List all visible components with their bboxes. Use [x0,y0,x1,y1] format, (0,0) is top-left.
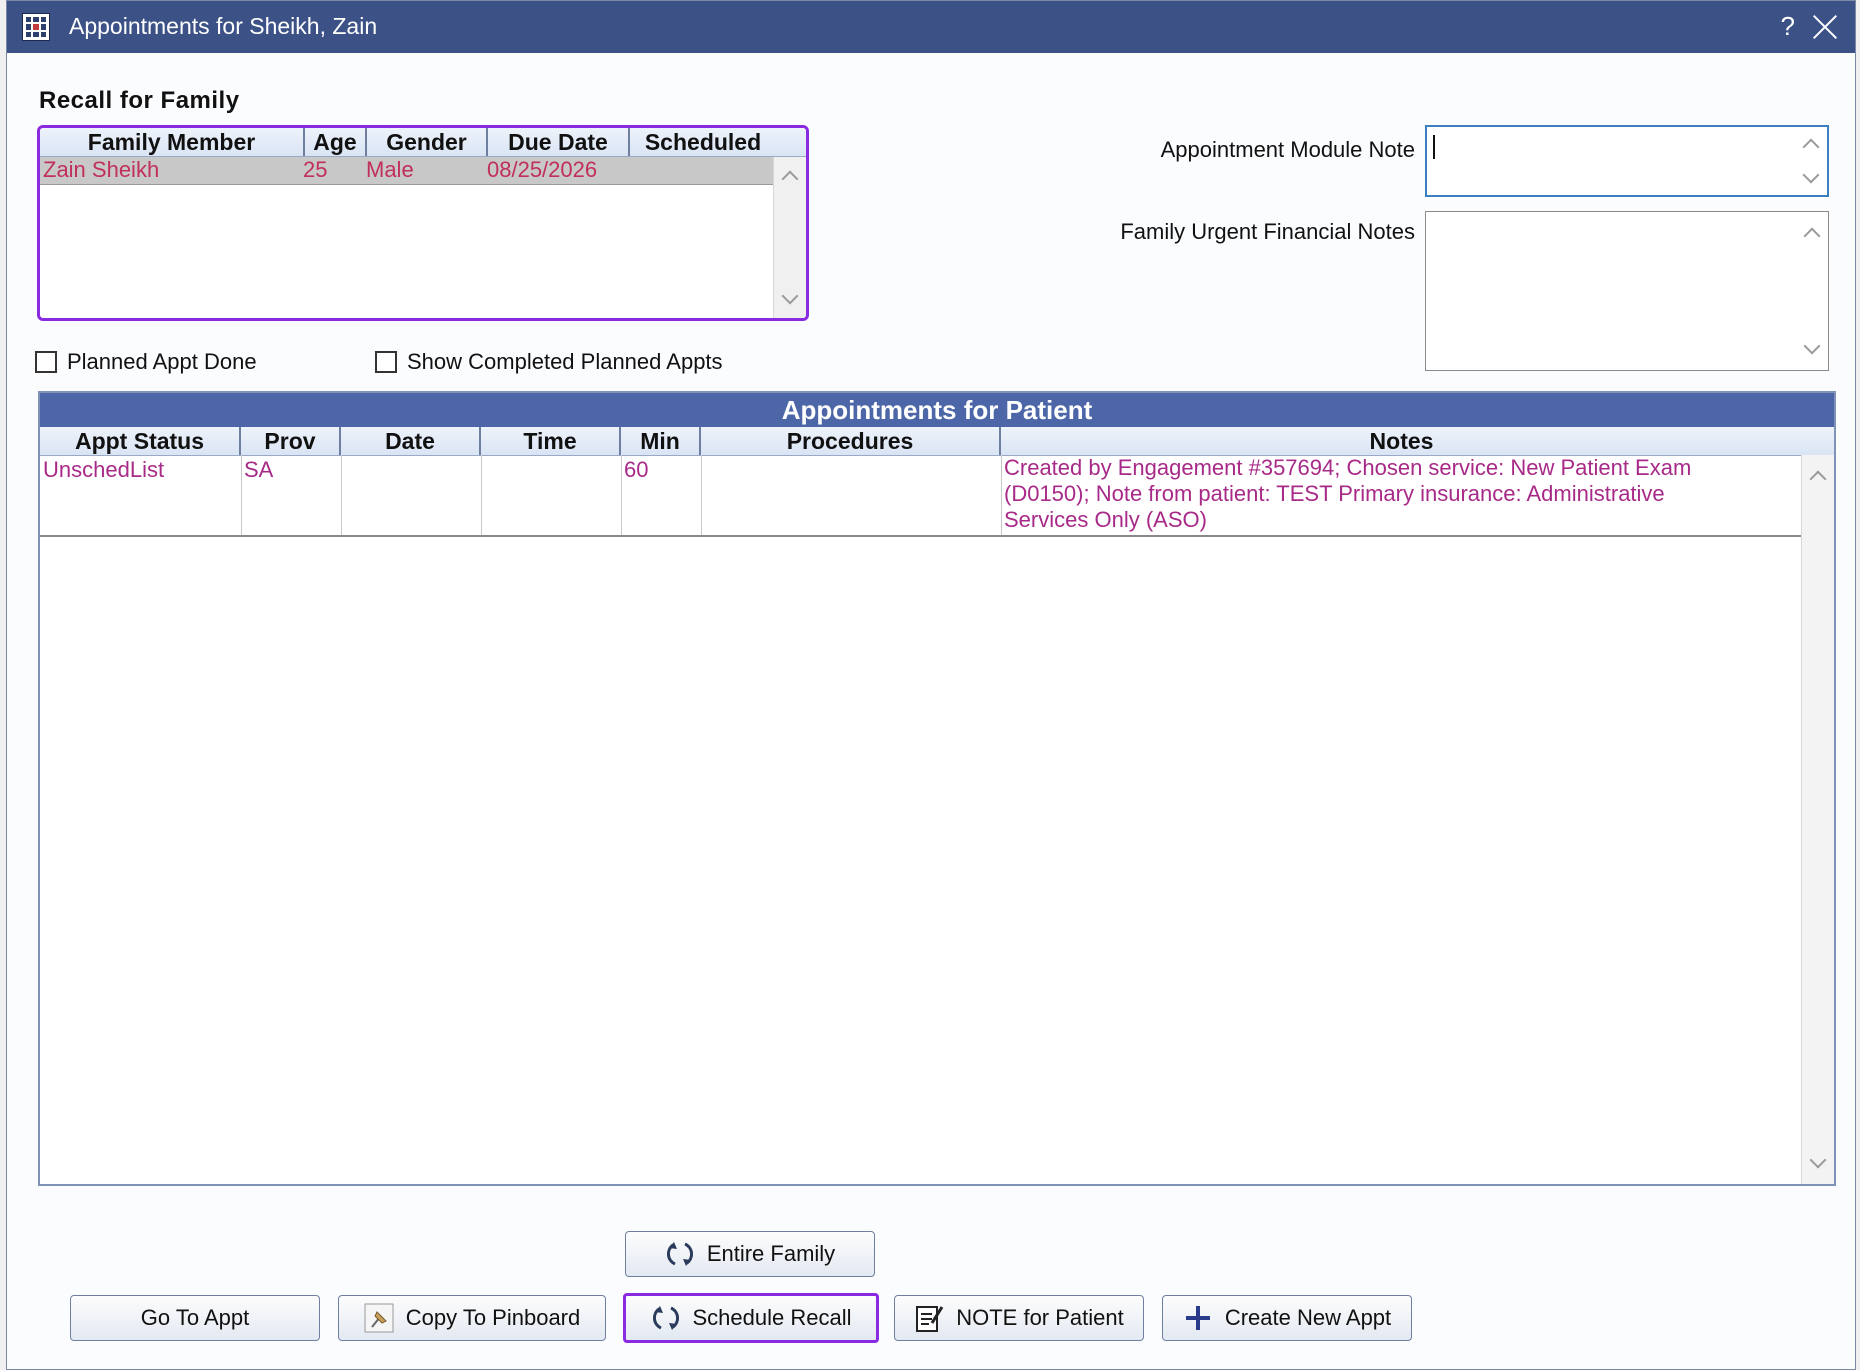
note-for-patient-label: NOTE for Patient [956,1305,1124,1330]
pin-icon [364,1303,394,1333]
appt-status: UnschedList [43,457,165,482]
col-age[interactable]: Age [305,128,367,156]
window-title: Appointments for Sheikh, Zain [69,13,378,39]
note-for-patient-button[interactable]: NOTE for Patient [894,1295,1144,1341]
column-divider [241,455,242,535]
appt-notes-line: (D0150); Note from patient: TEST Primary… [1004,481,1665,506]
recall-grid[interactable]: Family Member Age Gender Due Date Schedu… [37,125,809,321]
scroll-up-icon[interactable] [1802,138,1820,156]
create-new-appt-button[interactable]: Create New Appt [1162,1295,1412,1341]
recall-due-date: 08/25/2026 [487,157,598,182]
entire-family-button[interactable]: Entire Family [625,1231,875,1277]
column-divider [341,455,342,535]
close-icon[interactable] [1807,9,1843,45]
recall-scheduled [628,157,774,183]
table-row[interactable]: UnschedList SA 60 Created by Engagement … [40,455,1802,537]
plus-icon [1185,1306,1210,1330]
col-prov[interactable]: Prov [241,427,341,455]
col-due-date[interactable]: Due Date [488,128,630,156]
appt-module-note-input[interactable] [1425,125,1829,197]
scroll-up-icon[interactable] [781,170,799,188]
appt-prov: SA [244,457,274,482]
scroll-down-icon[interactable] [1803,337,1821,355]
appointments-grid[interactable]: Appointments for Patient Appt Status Pro… [38,391,1836,1186]
scroll-up-icon[interactable] [1803,227,1821,245]
entire-family-label: Entire Family [706,1241,836,1266]
text-caret [1433,135,1435,159]
col-procedures[interactable]: Procedures [701,427,1001,455]
appt-notes: Created by Engagement #357694; Chosen se… [1001,455,1801,533]
col-appt-status[interactable]: Appt Status [40,427,241,455]
recall-grid-header: Family Member Age Gender Due Date Schedu… [40,128,806,157]
show-completed-checkbox[interactable]: Show Completed Planned Appts [375,349,723,375]
show-completed-label: Show Completed Planned Appts [407,349,723,374]
planned-appt-done-label: Planned Appt Done [67,349,257,374]
recall-age: 25 [303,157,328,182]
col-min[interactable]: Min [621,427,701,455]
appt-notes-line: Services Only (ASO) [1004,507,1207,532]
app-grid-icon [22,13,50,41]
recall-scrollbar[interactable] [773,157,806,318]
urgent-scrollbar[interactable] [1796,212,1828,370]
column-divider [621,455,622,535]
column-divider [481,455,482,535]
schedule-recall-button[interactable]: Schedule Recall [623,1293,879,1343]
col-gender[interactable]: Gender [367,128,488,156]
appt-module-note-label: Appointment Module Note [1160,137,1415,162]
checkbox-box[interactable] [375,351,397,373]
appointments-scrollbar[interactable] [1801,455,1834,1184]
refresh-icon [652,1306,679,1330]
create-new-appt-label: Create New Appt [1224,1305,1392,1330]
scroll-down-icon[interactable] [1802,166,1820,184]
go-to-appt-label: Go To Appt [140,1305,250,1330]
appt-min: 60 [624,457,649,482]
scroll-down-icon[interactable] [781,287,799,305]
col-time[interactable]: Time [481,427,621,455]
schedule-recall-label: Schedule Recall [692,1305,852,1330]
checkbox-box[interactable] [35,351,57,373]
scroll-down-icon[interactable] [1809,1151,1827,1169]
recall-gender: Male [366,157,414,182]
family-urgent-input[interactable] [1425,211,1829,371]
col-notes[interactable]: Notes [1001,427,1802,455]
refresh-icon [666,1242,693,1266]
appointments-grid-title: Appointments for Patient [40,393,1834,427]
appt-notes-line: Created by Engagement #357694; Chosen se… [1004,455,1692,480]
note-scrollbar[interactable] [1795,127,1827,195]
col-date[interactable]: Date [341,427,481,455]
planned-appt-done-checkbox[interactable]: Planned Appt Done [35,349,257,375]
col-family-member[interactable]: Family Member [40,128,305,156]
table-row[interactable]: Zain Sheikh 25 Male 08/25/2026 [40,157,776,185]
title-bar: Appointments for Sheikh, Zain ? [7,1,1855,53]
column-divider [701,455,702,535]
family-urgent-label: Family Urgent Financial Notes [1120,219,1415,244]
column-divider [1001,455,1002,535]
scroll-up-icon[interactable] [1809,470,1827,488]
recall-member: Zain Sheikh [43,157,160,182]
note-pad-icon [916,1306,944,1332]
col-scheduled[interactable]: Scheduled [630,128,776,156]
appointments-grid-header: Appt Status Prov Date Time Min Procedure… [40,427,1834,456]
copy-to-pinboard-button[interactable]: Copy To Pinboard [338,1295,606,1341]
help-button[interactable]: ? [1781,11,1795,42]
appointments-window: Appointments for Sheikh, Zain ? Recall f… [6,0,1856,1370]
copy-to-pinboard-label: Copy To Pinboard [405,1305,581,1330]
recall-section-title: Recall for Family [39,87,240,114]
go-to-appt-button[interactable]: Go To Appt [70,1295,320,1341]
